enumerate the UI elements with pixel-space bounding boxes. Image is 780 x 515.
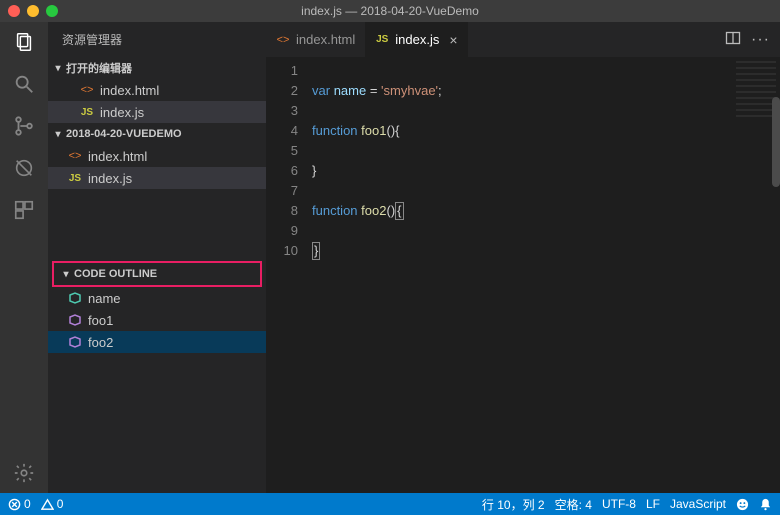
notifications-bell-icon[interactable] — [759, 498, 772, 511]
tab-index-html[interactable]: <> index.html — [266, 22, 365, 57]
source-control-icon[interactable] — [12, 114, 36, 138]
window-title: index.js — 2018-04-20-VueDemo — [301, 4, 479, 18]
tab-bar: <> index.html JS index.js × ··· — [266, 22, 780, 57]
folder-header[interactable]: ▾ 2018-04-20-VUEDEMO — [48, 123, 266, 145]
split-editor-icon[interactable] — [725, 30, 741, 49]
open-editor-item[interactable]: <> index.html — [48, 79, 266, 101]
debug-icon[interactable] — [12, 156, 36, 180]
activity-bar — [0, 22, 48, 493]
code-outline-header[interactable]: ▾ CODE OUTLINE — [54, 263, 260, 285]
file-tree-item[interactable]: <> index.html — [48, 145, 266, 167]
chevron-down-icon: ▾ — [52, 129, 64, 140]
editor-area: <> index.html JS index.js × ··· 12345678… — [266, 22, 780, 493]
tab-label: index.js — [395, 32, 439, 47]
js-file-icon: JS — [80, 107, 94, 118]
file-name: index.js — [88, 171, 132, 186]
status-cursor-position[interactable]: 行 10，列 2 — [482, 496, 545, 513]
variable-icon — [68, 291, 82, 305]
explorer-icon[interactable] — [12, 30, 36, 54]
minimize-window-icon[interactable] — [27, 5, 39, 17]
sidebar-title: 资源管理器 — [48, 22, 266, 57]
html-file-icon: <> — [68, 150, 82, 162]
function-icon — [68, 335, 82, 349]
status-bar: 0 0 行 10，列 2 空格: 4 UTF-8 LF JavaScript — [0, 493, 780, 515]
open-editor-item[interactable]: JS index.js — [48, 101, 266, 123]
titlebar: index.js — 2018-04-20-VueDemo — [0, 0, 780, 22]
chevron-down-icon: ▾ — [60, 269, 72, 280]
code-outline-highlight: ▾ CODE OUTLINE — [52, 261, 262, 287]
code-content: var name = 'smyhvae'; function foo1(){ }… — [312, 57, 442, 493]
maximize-window-icon[interactable] — [46, 5, 58, 17]
open-editors-header[interactable]: ▾ 打开的编辑器 — [48, 57, 266, 79]
feedback-icon[interactable] — [736, 498, 749, 511]
settings-gear-icon[interactable] — [12, 461, 36, 485]
window-controls — [8, 5, 58, 17]
editor-scrollbar[interactable] — [770, 57, 780, 493]
chevron-down-icon: ▾ — [52, 63, 64, 74]
folder-label: 2018-04-20-VUEDEMO — [66, 128, 182, 140]
status-errors[interactable]: 0 — [8, 497, 31, 511]
line-gutter: 12345678910 — [266, 57, 312, 493]
close-tab-icon[interactable]: × — [449, 32, 457, 48]
extensions-icon[interactable] — [12, 198, 36, 222]
tab-index-js[interactable]: JS index.js × — [365, 22, 467, 57]
symbol-name: foo2 — [88, 335, 113, 350]
outline-symbol[interactable]: foo2 — [48, 331, 266, 353]
code-outline-label: CODE OUTLINE — [74, 268, 157, 280]
symbol-name: name — [88, 291, 121, 306]
status-language[interactable]: JavaScript — [670, 497, 726, 511]
file-name: index.html — [100, 83, 159, 98]
more-actions-icon[interactable]: ··· — [751, 31, 770, 49]
js-file-icon: JS — [375, 34, 389, 45]
file-name: index.js — [100, 105, 144, 120]
html-file-icon: <> — [276, 34, 290, 46]
search-icon[interactable] — [12, 72, 36, 96]
status-warnings[interactable]: 0 — [41, 497, 64, 511]
close-window-icon[interactable] — [8, 5, 20, 17]
status-encoding[interactable]: UTF-8 — [602, 497, 636, 511]
sidebar: 资源管理器 ▾ 打开的编辑器 <> index.html JS index.js… — [48, 22, 266, 493]
outline-symbol[interactable]: name — [48, 287, 266, 309]
html-file-icon: <> — [80, 84, 94, 96]
status-eol[interactable]: LF — [646, 497, 660, 511]
code-editor[interactable]: 12345678910 var name = 'smyhvae'; functi… — [266, 57, 780, 493]
tab-label: index.html — [296, 32, 355, 47]
outline-symbol[interactable]: foo1 — [48, 309, 266, 331]
file-tree-item[interactable]: JS index.js — [48, 167, 266, 189]
open-editors-label: 打开的编辑器 — [66, 60, 132, 76]
js-file-icon: JS — [68, 173, 82, 184]
status-indentation[interactable]: 空格: 4 — [555, 496, 592, 513]
file-name: index.html — [88, 149, 147, 164]
symbol-name: foo1 — [88, 313, 113, 328]
function-icon — [68, 313, 82, 327]
